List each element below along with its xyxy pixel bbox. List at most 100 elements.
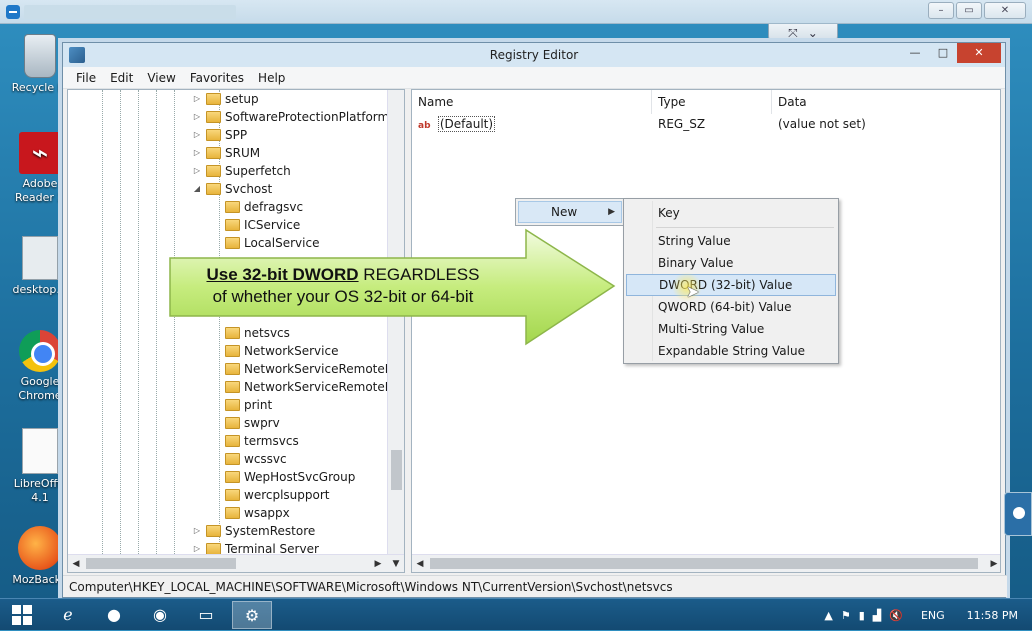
adobe-reader-icon: ⌁ — [19, 132, 61, 174]
scroll-down-icon[interactable]: ▼ — [388, 555, 404, 572]
flag-icon[interactable]: ⚑ — [841, 609, 851, 622]
tree-child-item[interactable]: swprv — [225, 414, 280, 432]
menu-file[interactable]: File — [69, 67, 103, 88]
tree-child-item[interactable]: wercplsupport — [225, 486, 330, 504]
scroll-left-icon[interactable]: ◀ — [68, 555, 84, 572]
expand-arrow-icon[interactable]: ▷ — [192, 126, 202, 144]
tree-item-label: SystemRestore — [225, 524, 316, 538]
taskbar: ℯ ● ◉ ▭ ⚙ ▲ ⚑ ▮ ▟ 🔇 ENG 11:58 PM — [0, 598, 1032, 630]
firefox-icon[interactable]: ● — [94, 601, 134, 629]
context-menu-new[interactable]: New ▶ — [518, 201, 622, 223]
submenu-key[interactable]: Key — [626, 202, 836, 224]
expand-arrow-icon[interactable]: ▷ — [192, 162, 202, 180]
expand-arrow-icon[interactable]: ▷ — [192, 90, 202, 108]
tree-item-label: Svchost — [225, 182, 273, 196]
close-button[interactable]: ✕ — [957, 43, 1001, 63]
tree-item-label: Superfetch — [225, 164, 291, 178]
tree-child-item[interactable]: termsvcs — [225, 432, 299, 450]
value-row-name[interactable]: ab (Default) — [418, 114, 496, 134]
remote-maximize-button[interactable]: ▭ — [956, 2, 982, 19]
menu-edit[interactable]: Edit — [103, 67, 140, 88]
tree-child-item[interactable]: defragsvc — [225, 198, 303, 216]
minimize-button[interactable]: — — [901, 43, 929, 63]
tree-item[interactable]: ▷ SoftwareProtectionPlatform — [194, 108, 389, 126]
column-header-name[interactable]: Name — [412, 90, 652, 114]
tree-item-label: WepHostSvcGroup — [244, 470, 356, 484]
menu-view[interactable]: View — [140, 67, 182, 88]
start-button[interactable] — [12, 605, 32, 625]
scroll-right-icon[interactable]: ▶ — [986, 555, 1000, 572]
new-submenu: Key String Value Binary Value DWORD (32-… — [623, 198, 839, 364]
folder-icon — [225, 471, 240, 483]
volume-muted-icon[interactable]: 🔇 — [889, 609, 903, 622]
tree-item[interactable]: ▷ SystemRestore — [194, 522, 316, 540]
list-horizontal-scrollbar[interactable]: ◀ ▶ — [412, 554, 1000, 572]
menu-favorites[interactable]: Favorites — [183, 67, 251, 88]
submenu-qword-value[interactable]: QWORD (64-bit) Value — [626, 296, 836, 318]
expand-arrow-icon[interactable]: ◢ — [192, 180, 202, 198]
submenu-expandable-string-value[interactable]: Expandable String Value — [626, 340, 836, 362]
tree-child-item[interactable]: wcssvc — [225, 450, 287, 468]
expand-arrow-icon[interactable]: ▷ — [192, 108, 202, 126]
expand-arrow-icon[interactable]: ▷ — [192, 144, 202, 162]
tree-item[interactable]: ◢ Svchost — [194, 180, 273, 198]
string-value-icon: ab — [418, 121, 431, 131]
folder-icon — [206, 525, 221, 537]
tree-item-label: defragsvc — [244, 200, 304, 214]
scroll-left-icon[interactable]: ◀ — [412, 555, 428, 572]
tree-item-label: wercplsupport — [244, 488, 330, 502]
tree-child-item[interactable]: print — [225, 396, 272, 414]
language-indicator[interactable]: ENG — [921, 609, 945, 622]
tree-guide-line — [156, 90, 157, 554]
network-icon[interactable]: ▟ — [873, 609, 881, 622]
submenu-dword-value[interactable]: DWORD (32-bit) Value — [626, 274, 836, 296]
show-hidden-icons-icon[interactable]: ▲ — [824, 609, 832, 622]
mozbackup-icon — [18, 526, 62, 570]
folder-icon — [206, 93, 221, 105]
tree-item-label: wsappx — [244, 506, 290, 520]
list-horizontal-scroll-thumb[interactable] — [430, 558, 978, 569]
scroll-right-icon[interactable]: ▶ — [370, 555, 386, 572]
expand-arrow-icon[interactable]: ▷ — [192, 522, 202, 540]
remote-close-button[interactable]: ✕ — [984, 2, 1026, 19]
chevron-down-icon[interactable]: ⌄ — [808, 24, 818, 43]
tree-vertical-scroll-thumb[interactable] — [391, 450, 402, 490]
chrome-taskbar-icon[interactable]: ◉ — [140, 601, 180, 629]
tree-child-item[interactable]: NetworkServiceRemoteDes — [225, 360, 404, 378]
submenu-binary-value[interactable]: Binary Value — [626, 252, 836, 274]
folder-icon — [225, 453, 240, 465]
power-icon[interactable]: ▮ — [859, 609, 865, 622]
submenu-multi-string-value[interactable]: Multi-String Value — [626, 318, 836, 340]
tree-horizontal-scroll-thumb[interactable] — [86, 558, 236, 569]
fullscreen-icon[interactable]: ⤧ — [788, 24, 798, 43]
folder-icon — [225, 489, 240, 501]
mouse-cursor-icon: ➤ — [686, 282, 700, 301]
tree-item[interactable]: ▷ Superfetch — [194, 162, 291, 180]
clock[interactable]: 11:58 PM — [967, 609, 1018, 622]
column-header-type[interactable]: Type — [652, 90, 772, 114]
tree-item-label: NetworkService — [244, 344, 339, 358]
tree-horizontal-scrollbar[interactable]: ◀ ▶ ▼ — [68, 554, 404, 572]
tree-child-item[interactable]: wsappx — [225, 504, 290, 522]
tree-item[interactable]: ▷ SPP — [194, 126, 248, 144]
tree-item[interactable]: ▷ setup — [194, 90, 259, 108]
menu-separator — [656, 227, 834, 228]
maximize-button[interactable]: □ — [929, 43, 957, 63]
file-explorer-icon[interactable]: ▭ — [186, 601, 226, 629]
submenu-string-value[interactable]: String Value — [626, 230, 836, 252]
tree-item-label: SPP — [225, 128, 248, 142]
remote-toolbar-tab[interactable]: ⤧ ⌄ — [768, 24, 838, 44]
tree-child-item[interactable]: NetworkServiceRemoteDes — [225, 378, 404, 396]
folder-icon — [225, 201, 240, 213]
annotation-callout: Use 32-bit DWORD REGARDLESS of whether y… — [168, 228, 616, 346]
value-row-type: REG_SZ — [658, 117, 706, 131]
menu-help[interactable]: Help — [251, 67, 292, 88]
tree-item[interactable]: ▷ SRUM — [194, 144, 260, 162]
teamviewer-side-tab[interactable] — [1004, 492, 1032, 536]
tree-child-item[interactable]: WepHostSvcGroup — [225, 468, 355, 486]
internet-explorer-icon[interactable]: ℯ — [48, 601, 88, 629]
remote-minimize-button[interactable]: – — [928, 2, 954, 19]
column-header-data[interactable]: Data — [772, 90, 1000, 114]
registry-editor-taskbar-icon[interactable]: ⚙ — [232, 601, 272, 629]
folder-icon — [206, 147, 221, 159]
